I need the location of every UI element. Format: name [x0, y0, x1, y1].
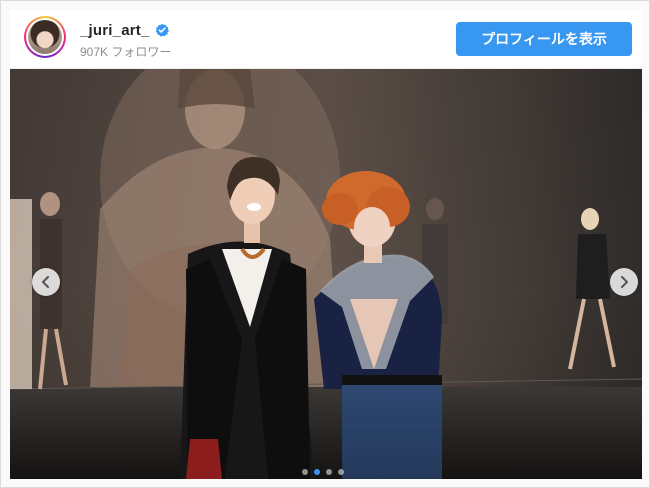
carousel-dot	[302, 469, 308, 475]
post-photo[interactable]	[10, 69, 642, 479]
view-profile-button[interactable]: プロフィールを表示	[456, 22, 632, 56]
username[interactable]: _juri_art_	[80, 22, 150, 39]
avatar[interactable]	[24, 16, 66, 58]
carousel-dot	[314, 469, 320, 475]
post-header: _juri_art_ 907K フォロワー プロフィールを表示	[10, 10, 642, 69]
follower-count: 907K フォロワー	[80, 45, 172, 59]
carousel-dot	[326, 469, 332, 475]
avatar-ring-gap	[26, 18, 64, 56]
previous-slide-button[interactable]	[32, 268, 60, 296]
instagram-embed: _juri_art_ 907K フォロワー プロフィールを表示	[0, 0, 650, 488]
photo-illustration	[10, 69, 642, 479]
verified-badge-icon	[155, 23, 169, 37]
carousel-indicator	[302, 469, 350, 477]
next-slide-button[interactable]	[610, 268, 638, 296]
chevron-right-icon	[621, 276, 628, 288]
avatar-image	[28, 20, 62, 54]
carousel-dot	[338, 469, 344, 475]
chevron-left-icon	[42, 276, 49, 288]
